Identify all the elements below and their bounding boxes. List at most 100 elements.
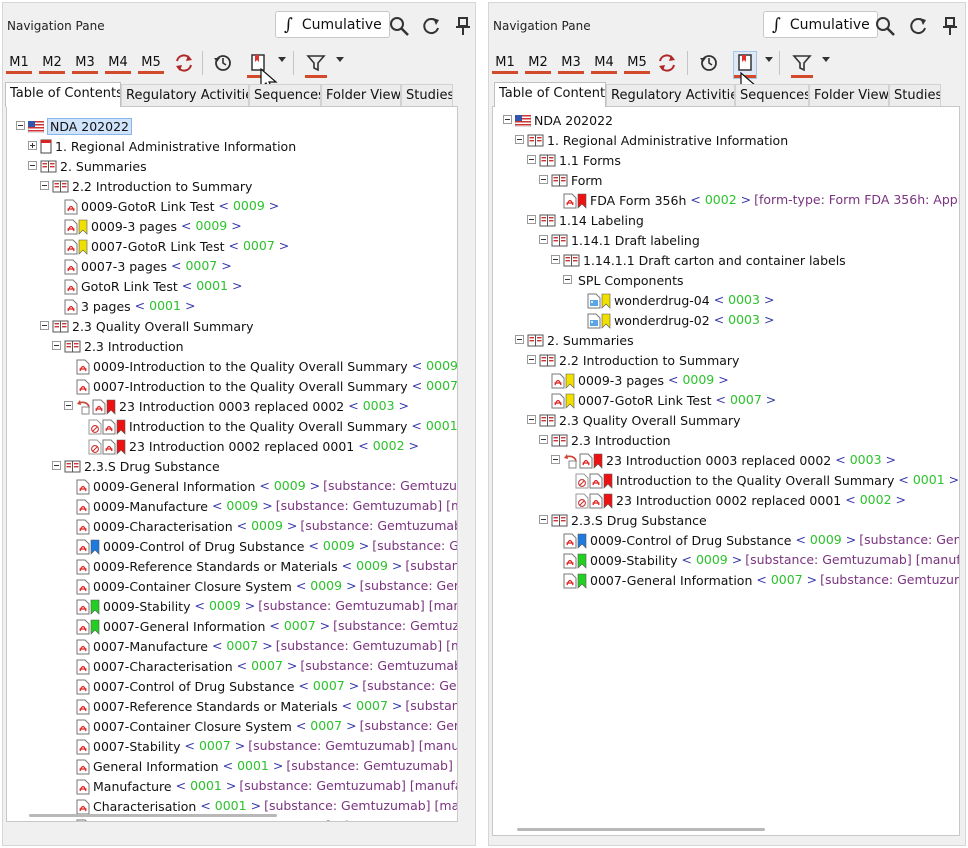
collapse-toggle[interactable]	[515, 135, 524, 144]
section-book-icon	[527, 334, 544, 347]
collapse-toggle[interactable]	[539, 515, 548, 524]
filter-dropdown-arrow[interactable]	[336, 57, 344, 62]
cumulative-button[interactable]: ∫ Cumulative	[763, 11, 878, 38]
sequence-number: < 0003 >	[714, 292, 775, 307]
tab-studies[interactable]: Studies	[401, 84, 453, 106]
collapse-toggle[interactable]	[52, 341, 61, 350]
collapse-toggle[interactable]	[28, 161, 37, 170]
collapse-toggle[interactable]	[551, 455, 560, 464]
collapse-toggle[interactable]	[527, 155, 536, 164]
swap-icon	[176, 54, 192, 72]
collapse-toggle[interactable]	[539, 235, 548, 244]
bookmark-dropdown-arrow[interactable]	[765, 57, 773, 62]
horizontal-scrollbar[interactable]	[29, 814, 277, 817]
pin-button[interactable]	[939, 15, 961, 37]
pdf-file-icon	[563, 533, 577, 548]
seq-value: 0009	[695, 552, 728, 567]
refresh-button[interactable]	[907, 15, 929, 37]
collapse-toggle[interactable]	[551, 255, 560, 264]
section-book-icon	[551, 514, 568, 527]
sequence-number: < 0009 >	[259, 478, 320, 493]
filter-dropdown-arrow[interactable]	[822, 57, 830, 62]
module-m5-button[interactable]: M5	[138, 54, 164, 74]
section-book-icon	[563, 254, 580, 267]
collapse-toggle[interactable]	[527, 355, 536, 364]
integral-icon: ∫	[284, 14, 293, 35]
tab-folder-view[interactable]: Folder View	[321, 84, 401, 106]
collapse-toggle[interactable]	[539, 175, 548, 184]
module-m1-button[interactable]: M1	[6, 54, 32, 74]
history-button[interactable]	[212, 52, 234, 74]
history-button[interactable]	[698, 52, 720, 74]
node-label: 23 Introduction 0003 replaced 0002	[606, 452, 832, 468]
module-m2-button[interactable]: M2	[525, 54, 551, 74]
tab-table-of-contents[interactable]: Table of Contents	[5, 82, 121, 107]
row-content: FDA Form 356h < 0002 > [form-type: Form FD…	[563, 190, 959, 211]
seq-bracket-open: <	[795, 532, 806, 547]
collapse-toggle[interactable]	[503, 115, 512, 124]
document-icon	[40, 139, 52, 154]
refresh-button[interactable]	[420, 15, 442, 37]
collapse-toggle[interactable]	[64, 401, 73, 410]
pin-button[interactable]	[452, 15, 474, 37]
pdf-file-icon	[76, 699, 90, 714]
pdf-file-icon	[76, 479, 90, 494]
collapse-toggle[interactable]	[527, 215, 536, 224]
tab-regulatory-activities[interactable]: Regulatory Activities	[606, 84, 735, 106]
seq-value: 0003	[728, 312, 760, 327]
bookmark-dropdown-arrow[interactable]	[278, 57, 286, 62]
node-label: 0009-General Information	[93, 478, 256, 494]
seq-bracket-open: <	[269, 618, 280, 633]
cumulative-button[interactable]: ∫ Cumulative	[275, 11, 390, 38]
filter-button[interactable]	[305, 52, 327, 78]
seq-bracket-close: >	[348, 678, 360, 693]
module-m4-button[interactable]: M4	[105, 54, 131, 74]
tab-table-of-contents[interactable]: Table of Contents	[494, 82, 606, 107]
module-m3-button[interactable]: M3	[558, 54, 584, 74]
search-button[interactable]	[388, 15, 410, 37]
sequence-number: < 0001 >	[200, 798, 261, 813]
row-content: 0009-Characterisation < 0009 > [substance:…	[76, 516, 457, 537]
module-m5-button[interactable]: M5	[624, 54, 650, 74]
tab-folder-view[interactable]: Folder View	[809, 84, 889, 106]
tab-studies[interactable]: Studies	[889, 84, 941, 106]
tab-sequences[interactable]: Sequences	[249, 84, 321, 106]
red-bookmark-icon	[116, 419, 126, 435]
red-bookmark-icon	[577, 193, 587, 209]
node-label: 2.3 Introduction	[84, 338, 184, 354]
module-m4-button[interactable]: M4	[591, 54, 617, 74]
collapse-toggle[interactable]	[52, 461, 61, 470]
tab-regulatory-activities[interactable]: Regulatory Activities	[121, 84, 249, 106]
node-label: 1.14.1.1 Draft carton and container labe…	[583, 252, 846, 268]
expand-toggle[interactable]	[28, 141, 37, 150]
search-button[interactable]	[874, 15, 896, 37]
cumulative-label: Cumulative	[789, 16, 870, 33]
swap-button[interactable]	[173, 52, 195, 74]
collapse-toggle[interactable]	[40, 321, 49, 330]
collapse-toggle[interactable]	[40, 181, 49, 190]
node-attributes: [substance:	[405, 558, 458, 573]
pdf-file-icon	[64, 239, 78, 254]
module-m1-button[interactable]: M1	[492, 54, 518, 74]
row-content: 0009-Manufacture < 0009 > [substance: Gemt…	[76, 496, 457, 517]
module-m2-button[interactable]: M2	[39, 54, 65, 74]
node-attributes: [substance: Gem	[372, 538, 458, 553]
collapse-toggle[interactable]	[515, 335, 524, 344]
refresh-icon	[423, 18, 439, 35]
collapse-toggle[interactable]	[527, 415, 536, 424]
row-content: 0009-Stability < 0009 > [substance: Gemtuz…	[563, 550, 959, 571]
collapse-toggle[interactable]	[16, 121, 25, 130]
sequence-number: < 0009 >	[412, 358, 457, 373]
filter-button[interactable]	[791, 52, 813, 78]
row-content: 0009-Control of Drug Substance < 0009 > [s…	[563, 530, 959, 551]
seq-bracket-open: <	[259, 478, 270, 493]
toolbar-separator	[779, 51, 780, 75]
collapse-toggle[interactable]	[539, 435, 548, 444]
horizontal-scrollbar[interactable]	[517, 828, 765, 831]
module-m3-button[interactable]: M3	[72, 54, 98, 74]
collapse-toggle[interactable]	[563, 275, 572, 284]
node-label: 2.3.S Drug Substance	[84, 458, 220, 474]
tab-sequences[interactable]: Sequences	[735, 84, 809, 106]
swap-button[interactable]	[656, 52, 678, 74]
row-content: 1.1 Forms	[539, 150, 621, 171]
